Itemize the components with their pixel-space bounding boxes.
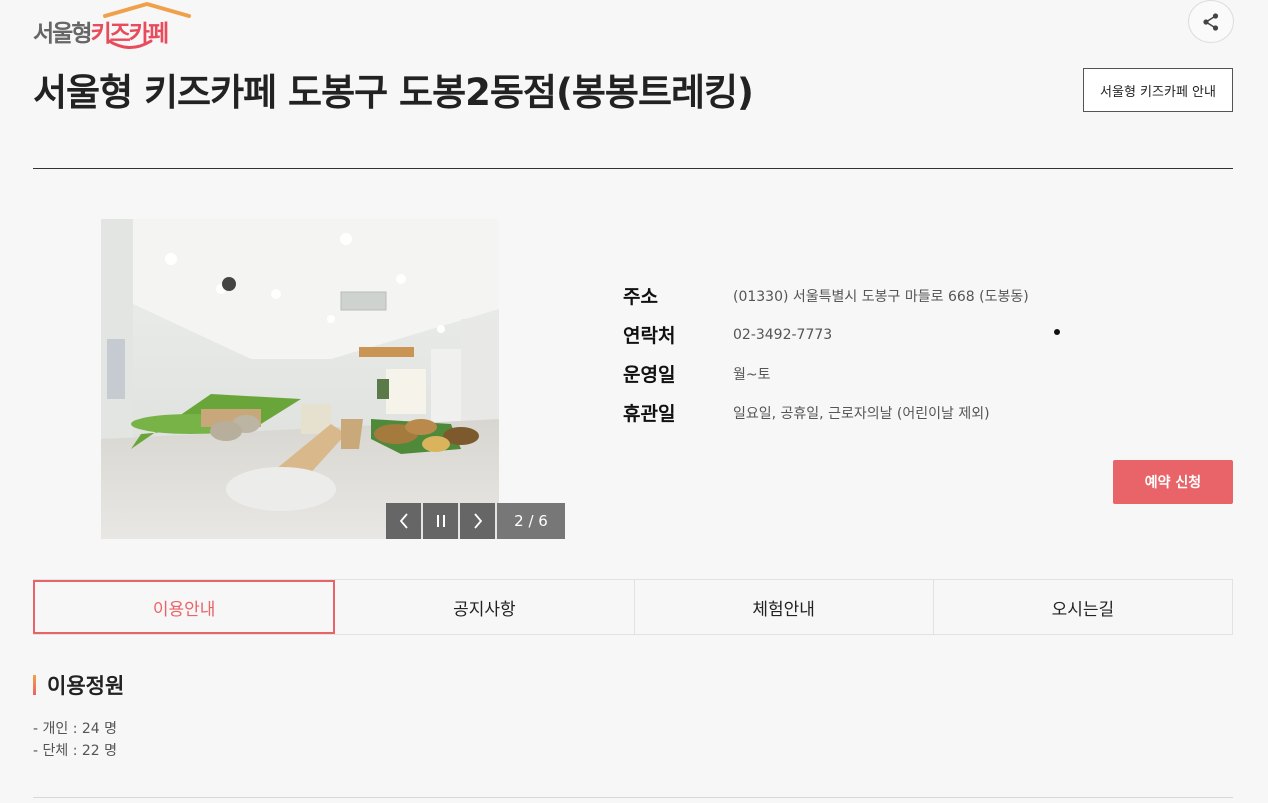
tab-directions[interactable]: 오시는길 — [933, 580, 1233, 634]
chevron-left-icon — [399, 513, 408, 529]
closed-days-label: 휴관일 — [623, 403, 676, 425]
capacity-group: - 단체 : 22 명 — [33, 743, 118, 759]
phone-label: 연락처 — [623, 325, 676, 347]
kids-cafe-guide-button[interactable]: 서울형 키즈카페 안내 — [1083, 68, 1233, 112]
content-tabs: 이용안내 공지사항 체험안내 오시는길 — [33, 579, 1233, 635]
slider-pause-button[interactable] — [423, 503, 458, 539]
tab-notices[interactable]: 공지사항 — [335, 580, 635, 634]
capacity-section-title: 이용정원 — [33, 670, 124, 700]
address-value: (01330) 서울특별시 도봉구 마들로 668 (도봉동) — [733, 288, 1029, 305]
address-row: 주소 (01330) 서울특별시 도봉구 마들로 668 (도봉동) — [623, 276, 1029, 315]
slider-controls: 2 / 6 — [386, 503, 565, 539]
open-days-label: 운영일 — [623, 364, 676, 386]
share-button[interactable] — [1188, 0, 1234, 43]
header-divider — [33, 168, 1233, 169]
smile-icon — [107, 39, 153, 49]
capacity-list: - 개인 : 24 명 - 단체 : 22 명 — [33, 718, 117, 762]
facility-photo — [101, 219, 499, 539]
open-days-value: 월~토 — [733, 366, 771, 383]
address-label: 주소 — [623, 286, 658, 308]
pause-icon — [436, 515, 445, 527]
share-icon — [1203, 12, 1219, 31]
section-divider — [33, 797, 1233, 798]
page-title: 서울형 키즈카페 도봉구 도봉2동점(봉봉트레킹) — [33, 71, 754, 114]
site-logo[interactable]: 서울형키즈카페 — [33, 2, 193, 54]
tab-usage-guide[interactable]: 이용안내 — [33, 580, 336, 634]
capacity-individual: - 개인 : 24 명 — [33, 721, 118, 737]
reservation-button[interactable]: 예약 신청 — [1113, 460, 1233, 504]
chevron-right-icon — [473, 513, 482, 529]
slider-next-button[interactable] — [460, 503, 495, 539]
closed-days-value: 일요일, 공휴일, 근로자의날 (어린이날 제외) — [733, 405, 990, 422]
open-days-row: 운영일 월~토 — [623, 354, 1029, 393]
capacity-title: 이용정원 — [47, 674, 125, 698]
facility-info: 주소 (01330) 서울특별시 도봉구 마들로 668 (도봉동) 연락처 0… — [623, 276, 1029, 432]
slide-counter: 2 / 6 — [497, 503, 565, 539]
tab-experience[interactable]: 체험안내 — [634, 580, 934, 634]
slider-prev-button[interactable] — [386, 503, 421, 539]
section-bar — [33, 675, 36, 695]
phone-value[interactable]: 02-3492-7773 — [733, 327, 832, 343]
bullet-dot — [1054, 329, 1060, 335]
closed-days-row: 휴관일 일요일, 공휴일, 근로자의날 (어린이날 제외) — [623, 393, 1029, 432]
phone-row: 연락처 02-3492-7773 — [623, 315, 1029, 354]
